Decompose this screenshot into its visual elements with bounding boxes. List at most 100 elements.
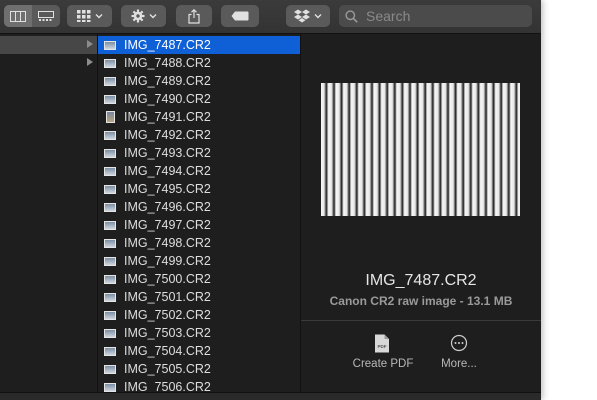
gear-icon (131, 9, 144, 23)
file-name: IMG_7495.CR2 (124, 182, 211, 196)
file-name: IMG_7499.CR2 (124, 254, 211, 268)
file-row[interactable]: IMG_7503.CR2 (98, 324, 300, 342)
dropbox-button[interactable] (286, 5, 330, 27)
file-name: IMG_7493.CR2 (124, 146, 211, 160)
columns-icon (10, 10, 26, 22)
dropbox-icon (294, 9, 310, 23)
chevron-down-icon (149, 14, 156, 19)
image-file-icon (104, 238, 116, 248)
file-row[interactable]: IMG_7495.CR2 (98, 180, 300, 198)
file-name: IMG_7487.CR2 (124, 38, 211, 52)
grid-icon (76, 10, 90, 22)
file-row[interactable]: IMG_7491.CR2 (98, 108, 300, 126)
file-name: IMG_7490.CR2 (124, 92, 211, 106)
file-row[interactable]: IMG_7494.CR2 (98, 162, 300, 180)
divider (301, 320, 541, 321)
image-file-icon (104, 364, 116, 374)
status-bar (0, 392, 541, 400)
file-row[interactable]: IMG_7490.CR2 (98, 90, 300, 108)
share-icon (188, 8, 200, 24)
tag-icon (231, 11, 249, 21)
file-row[interactable]: IMG_7496.CR2 (98, 198, 300, 216)
view-mode-segmented-control (4, 5, 60, 27)
pdf-document-icon: PDF (375, 334, 389, 353)
file-list-column: IMG_7487.CR2 IMG_7488.CR2 IMG_7489.CR2 I… (98, 34, 301, 392)
file-row[interactable]: IMG_7500.CR2 (98, 270, 300, 288)
image-file-icon (104, 202, 116, 212)
image-file-icon (104, 184, 116, 194)
preview-file-kind: Canon CR2 raw image - 13.1 MB (329, 294, 513, 308)
pdf-icon-label: PDF (378, 344, 387, 349)
folder-row-selected[interactable] (0, 36, 97, 54)
file-row[interactable]: IMG_7488.CR2 (98, 54, 300, 72)
search-field[interactable] (339, 5, 532, 27)
file-row[interactable]: IMG_7493.CR2 (98, 144, 300, 162)
create-pdf-button[interactable]: PDF Create PDF (343, 332, 423, 376)
disclosure-arrow-icon (87, 40, 93, 48)
file-row[interactable]: IMG_7499.CR2 (98, 252, 300, 270)
file-row[interactable]: IMG_7502.CR2 (98, 306, 300, 324)
file-name: IMG_7491.CR2 (124, 110, 211, 124)
file-row[interactable]: IMG_7506.CR2 (98, 378, 300, 392)
image-file-icon (104, 256, 116, 266)
gallery-icon (38, 10, 54, 21)
file-name: IMG_7492.CR2 (124, 128, 211, 142)
file-name: IMG_7489.CR2 (124, 74, 211, 88)
file-name: IMG_7503.CR2 (124, 326, 211, 340)
disclosure-arrow-icon (87, 58, 93, 66)
file-row[interactable]: IMG_7497.CR2 (98, 216, 300, 234)
file-name: IMG_7494.CR2 (124, 164, 211, 178)
file-name: IMG_7500.CR2 (124, 272, 211, 286)
file-row[interactable]: IMG_7505.CR2 (98, 360, 300, 378)
file-name: IMG_7506.CR2 (124, 380, 211, 392)
chevron-down-icon (314, 14, 322, 19)
file-row[interactable]: IMG_7492.CR2 (98, 126, 300, 144)
image-file-icon (104, 310, 116, 320)
image-thumbnail (321, 83, 520, 216)
image-file-icon (104, 382, 116, 392)
file-name: IMG_7505.CR2 (124, 362, 211, 376)
file-row[interactable]: IMG_7487.CR2 (98, 36, 300, 54)
more-label: More... (441, 358, 477, 370)
file-name: IMG_7501.CR2 (124, 290, 211, 304)
more-button[interactable]: More... (419, 332, 499, 376)
file-name: IMG_7498.CR2 (124, 236, 211, 250)
file-row[interactable]: IMG_7489.CR2 (98, 72, 300, 90)
gallery-view-button[interactable] (32, 5, 60, 27)
file-name: IMG_7488.CR2 (124, 56, 211, 70)
share-button[interactable] (176, 5, 212, 27)
file-name: IMG_7497.CR2 (124, 218, 211, 232)
image-file-icon (104, 346, 116, 356)
search-input[interactable] (364, 7, 528, 25)
preview-file-name: IMG_7487.CR2 (365, 272, 477, 289)
column-view-button[interactable] (4, 5, 32, 27)
more-ellipsis-icon (450, 334, 468, 352)
image-file-icon (104, 76, 116, 86)
preview-pane: IMG_7487.CR2 Canon CR2 raw image - 13.1 … (301, 34, 541, 392)
image-file-icon (104, 58, 116, 68)
image-file-icon (106, 111, 115, 123)
image-file-icon (104, 40, 116, 50)
tags-button[interactable] (221, 5, 259, 27)
file-row[interactable]: IMG_7498.CR2 (98, 234, 300, 252)
search-icon (345, 9, 358, 23)
group-by-button[interactable] (67, 5, 112, 27)
file-row[interactable]: IMG_7504.CR2 (98, 342, 300, 360)
image-file-icon (104, 292, 116, 302)
file-row[interactable]: IMG_7501.CR2 (98, 288, 300, 306)
parent-folder-column (0, 34, 98, 392)
finder-window: IMG_7487.CR2 IMG_7488.CR2 IMG_7489.CR2 I… (0, 0, 541, 400)
chevron-down-icon (95, 14, 102, 19)
file-name: IMG_7504.CR2 (124, 344, 211, 358)
toolbar (0, 0, 541, 34)
image-file-icon (104, 166, 116, 176)
create-pdf-label: Create PDF (352, 358, 414, 370)
file-name: IMG_7502.CR2 (124, 308, 211, 322)
image-file-icon (104, 148, 116, 158)
image-file-icon (104, 220, 116, 230)
folder-row[interactable] (0, 54, 97, 72)
file-name: IMG_7496.CR2 (124, 200, 211, 214)
image-file-icon (104, 130, 116, 140)
action-menu-button[interactable] (121, 5, 166, 27)
image-file-icon (104, 328, 116, 338)
